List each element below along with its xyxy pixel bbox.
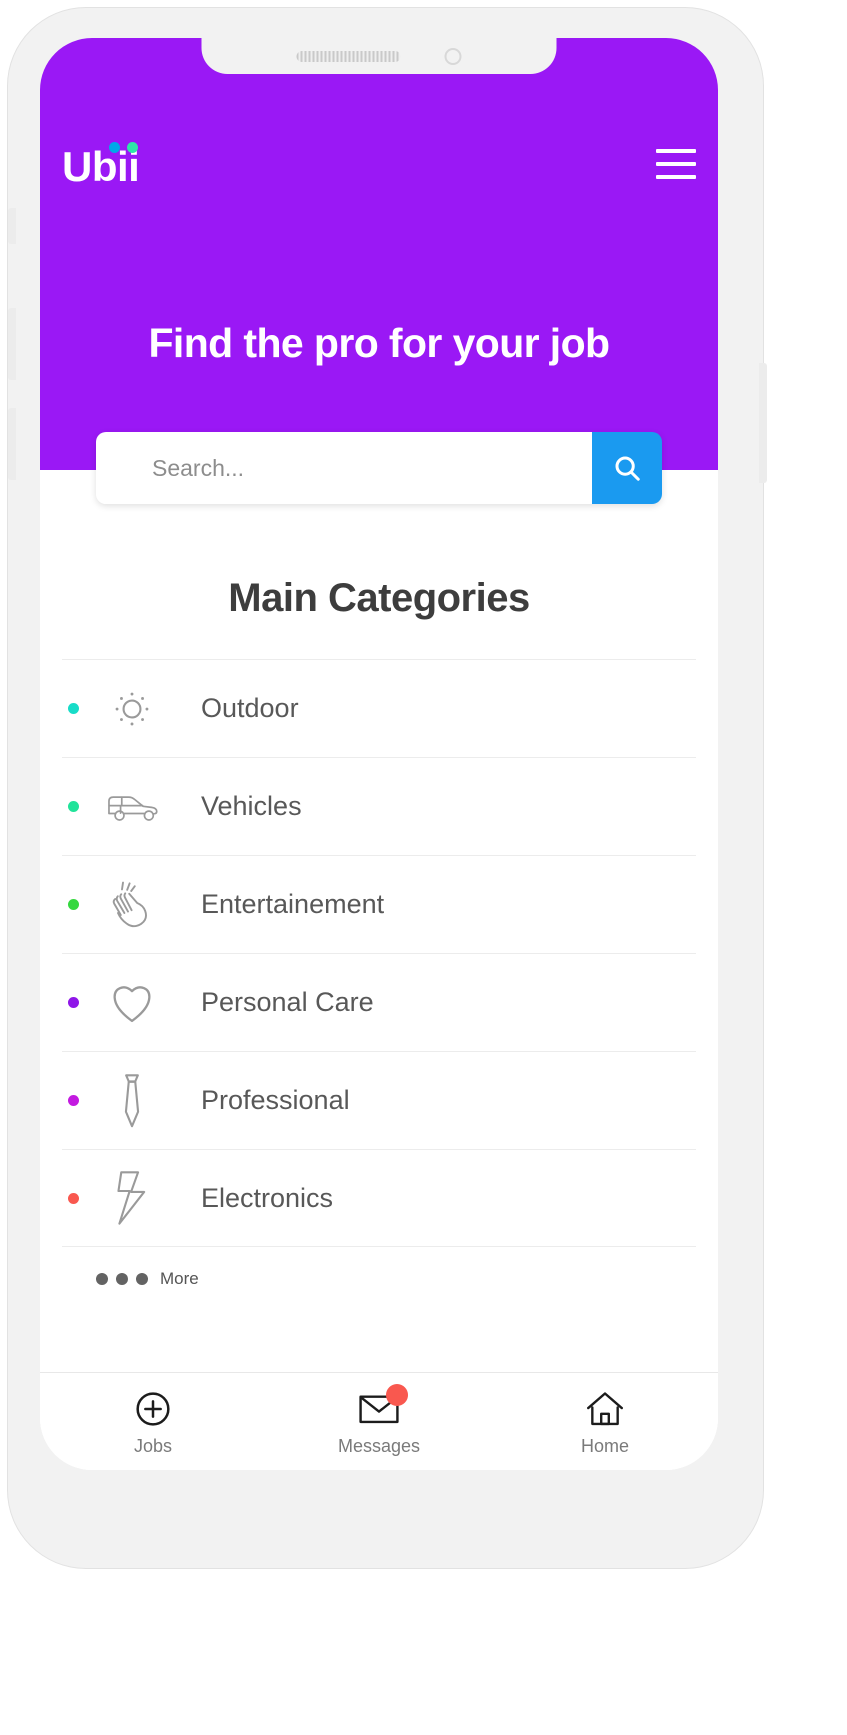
sun-icon	[101, 686, 163, 732]
category-row-entertainement[interactable]: Entertainement	[62, 855, 696, 953]
logo-dot-blue-icon	[109, 142, 120, 153]
main-content: Main Categories Outdoor Vehicles Enterta…	[40, 470, 718, 1470]
category-label: Electronics	[201, 1182, 334, 1213]
envelope-icon	[358, 1383, 408, 1431]
power-button[interactable]	[759, 363, 767, 483]
category-label: Entertainement	[201, 889, 385, 919]
category-label: Professional	[201, 1085, 350, 1115]
category-bullet	[68, 1095, 79, 1106]
category-label: Personal Care	[201, 987, 374, 1017]
app-logo[interactable]: Ubii	[62, 140, 140, 188]
phone-notch	[201, 38, 557, 74]
page-title: Main Categories	[228, 576, 530, 620]
more-label: More	[160, 1269, 199, 1288]
heart-shield-icon	[101, 978, 163, 1028]
category-label: Outdoor	[201, 693, 299, 723]
category-row-outdoor[interactable]: Outdoor	[62, 659, 696, 757]
pagination-dot[interactable]	[96, 1273, 108, 1285]
category-bullet	[68, 1192, 79, 1204]
nav-item-home[interactable]: Home	[492, 1373, 718, 1470]
pagination-more[interactable]: More	[40, 1269, 718, 1289]
hamburger-bar	[656, 175, 696, 179]
category-row-vehicles[interactable]: Vehicles	[62, 757, 696, 855]
nav-label: Home	[580, 1435, 629, 1456]
phone-frame: Ubii Find the pro for your job Search...…	[8, 8, 767, 1568]
nav-item-messages[interactable]: Messages	[266, 1373, 492, 1470]
hamburger-bar	[656, 162, 696, 166]
volume-down-button[interactable]	[8, 408, 16, 480]
necktie-icon	[101, 1073, 163, 1129]
volume-up-button[interactable]	[8, 308, 16, 380]
category-list: Outdoor Vehicles Entertainement Personal…	[40, 659, 718, 1247]
messages-notification-badge	[386, 1383, 408, 1406]
category-bullet	[68, 899, 79, 910]
silent-switch-button[interactable]	[8, 208, 16, 244]
search-bar	[96, 432, 662, 504]
category-bullet	[68, 801, 79, 812]
car-icon	[101, 787, 163, 827]
pagination-dot[interactable]	[136, 1273, 148, 1285]
pagination-dot[interactable]	[116, 1273, 128, 1285]
category-bullet	[68, 703, 79, 714]
nav-label: Jobs	[133, 1435, 173, 1456]
bottom-navigation-bar: Jobs Messages Home	[40, 1372, 718, 1470]
category-bullet	[68, 997, 79, 1008]
lightning-bolt-icon	[101, 1170, 163, 1226]
hamburger-menu-icon[interactable]	[656, 149, 696, 179]
front-camera	[444, 47, 462, 65]
search-input[interactable]	[96, 432, 592, 504]
home-icon	[584, 1387, 626, 1431]
hero-section: Ubii Find the pro for your job	[40, 38, 718, 470]
plus-circle-icon	[133, 1387, 173, 1431]
hero-title: Find the pro for your job	[148, 320, 610, 366]
nav-label: Messages	[337, 1435, 421, 1456]
category-label: Vehicles	[201, 791, 302, 821]
hamburger-bar	[656, 149, 696, 153]
category-row-electronics[interactable]: Electronics	[62, 1149, 696, 1247]
category-row-professional[interactable]: Professional	[62, 1051, 696, 1149]
search-button[interactable]	[592, 432, 662, 504]
search-icon	[615, 456, 640, 481]
logo-dot-green-icon	[127, 142, 138, 153]
speaker-grille	[296, 50, 401, 62]
phone-screen: Ubii Find the pro for your job Search...…	[40, 38, 718, 1470]
category-row-personal-care[interactable]: Personal Care	[62, 953, 696, 1051]
nav-item-jobs[interactable]: Jobs	[40, 1373, 266, 1470]
clapping-hands-icon	[101, 879, 163, 931]
app-bar: Ubii	[40, 136, 718, 192]
